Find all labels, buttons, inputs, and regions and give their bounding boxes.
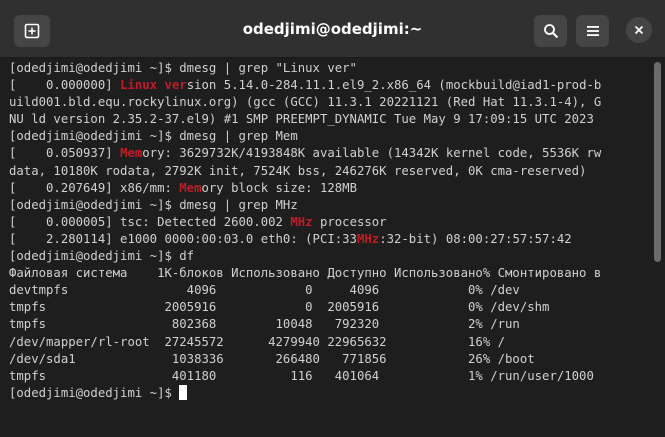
search-button[interactable]	[534, 15, 567, 47]
scrollbar-thumb[interactable]	[654, 62, 661, 262]
terminal-text: ory block size: 128MB	[201, 180, 357, 195]
terminal-line: /dev/mapper/rl-root 27245572 4279940 229…	[9, 334, 648, 351]
terminal-text: devtmpfs 4096 0 4096 0% /dev	[9, 283, 520, 298]
terminal-line: devtmpfs 4096 0 4096 0% /dev	[9, 282, 648, 299]
terminal-text: [ 0.207649] x86/mm:	[9, 180, 180, 195]
terminal-text: [odedjimi@odedjimi ~]$ df	[9, 249, 195, 264]
menu-button[interactable]	[576, 15, 609, 47]
terminal-line: [ 0.000005] tsc: Detected 2600.002 MHz p…	[9, 214, 648, 231]
terminal-line: data, 10180K rodata, 2792K init, 7524K b…	[9, 163, 648, 180]
terminal-line: [ 0.050937] Memory: 3629732K/4193848K av…	[9, 145, 648, 162]
terminal-text: tmpfs 2005916 0 2005916 0% /dev/shm	[9, 300, 550, 315]
terminal-line: [odedjimi@odedjimi ~]$ dmesg | grep Mem	[9, 128, 648, 145]
terminal-line: NU ld version 2.35.2-37.el9) #1 SMP PREE…	[9, 111, 648, 128]
terminal-text: tmpfs 802368 10048 792320 2% /run	[9, 317, 520, 332]
terminal-line: [ 0.000000] Linux version 5.14.0-284.11.…	[9, 77, 648, 94]
terminal-line: /dev/sda1 1038336 266480 771856 26% /boo…	[9, 351, 648, 368]
grep-match-highlight: MHz	[356, 231, 380, 246]
new-tab-icon	[24, 23, 40, 39]
title-bar: odedjimi@odedjimi:~	[0, 0, 665, 58]
terminal-text: [odedjimi@odedjimi ~]$ dmesg | grep MHz	[9, 197, 298, 212]
terminal-line: [ 2.280114] e1000 0000:00:03.0 eth0: (PC…	[9, 231, 648, 248]
terminal-text: [odedjimi@odedjimi ~]$	[9, 385, 180, 400]
grep-match-highlight: Linux ver	[120, 78, 187, 93]
close-button[interactable]	[626, 17, 652, 43]
search-icon	[543, 24, 558, 39]
terminal-text: tmpfs 401180 116 401064 1% /run/user/100…	[9, 368, 594, 383]
hamburger-menu-icon	[586, 26, 599, 36]
terminal-line: [odedjimi@odedjimi ~]$ dmesg | grep "Lin…	[9, 60, 648, 77]
terminal-text: /dev/sda1 1038336 266480 771856 26% /boo…	[9, 351, 535, 366]
terminal-output[interactable]: [odedjimi@odedjimi ~]$ dmesg | grep "Lin…	[0, 58, 648, 437]
close-icon	[634, 25, 644, 35]
terminal-line: [odedjimi@odedjimi ~]$ dmesg | grep MHz	[9, 197, 648, 214]
terminal-text: sion 5.14.0-284.11.1.el9_2.x86_64 (mockb…	[186, 78, 602, 93]
new-tab-button[interactable]	[14, 15, 50, 47]
terminal-line: Файловая система 1K-блоков Использовано …	[9, 265, 648, 282]
terminal-text: :32-bit) 08:00:27:57:57:42	[379, 231, 572, 246]
terminal-line: uild001.bld.equ.rockylinux.org) (gcc (GC…	[9, 94, 648, 111]
terminal-text: Файловая система 1K-блоков Использовано …	[9, 266, 602, 281]
terminal-line: [odedjimi@odedjimi ~]$	[9, 384, 648, 402]
terminal-text: [ 2.280114] e1000 0000:00:03.0 eth0: (PC…	[9, 231, 357, 246]
terminal-window: odedjimi@odedjimi:~ [odedjimi@odedjimi ~…	[0, 0, 665, 437]
terminal-line: tmpfs 2005916 0 2005916 0% /dev/shm	[9, 299, 648, 316]
terminal-text: [odedjimi@odedjimi ~]$ dmesg | grep Mem	[9, 129, 298, 144]
grep-match-highlight: MHz	[290, 214, 313, 229]
terminal-text: [ 0.050937]	[9, 146, 121, 161]
terminal-line: [ 0.207649] x86/mm: Memory block size: 1…	[9, 180, 648, 197]
terminal-text: processor	[312, 214, 387, 229]
terminal-line: [odedjimi@odedjimi ~]$ df	[9, 248, 648, 265]
text-cursor	[179, 384, 188, 400]
terminal-text: ory: 3629732K/4193848K available (14342K…	[142, 146, 602, 161]
terminal-line: tmpfs 802368 10048 792320 2% /run	[9, 316, 648, 333]
terminal-text: [ 0.000000]	[9, 78, 121, 93]
terminal-text: data, 10180K rodata, 2792K init, 7524K b…	[9, 163, 587, 178]
terminal-text: [odedjimi@odedjimi ~]$ dmesg | grep "Lin…	[9, 61, 357, 75]
grep-match-highlight: Mem	[179, 180, 202, 195]
terminal-text: [ 0.000005] tsc: Detected 2600.002	[9, 214, 291, 229]
terminal-text: /dev/mapper/rl-root 27245572 4279940 229…	[9, 334, 506, 349]
grep-match-highlight: Mem	[120, 146, 143, 161]
terminal-text: NU ld version 2.35.2-37.el9) #1 SMP PREE…	[9, 112, 594, 127]
terminal-line: tmpfs 401180 116 401064 1% /run/user/100…	[9, 368, 648, 385]
terminal-text: uild001.bld.equ.rockylinux.org) (gcc (GC…	[9, 95, 602, 110]
